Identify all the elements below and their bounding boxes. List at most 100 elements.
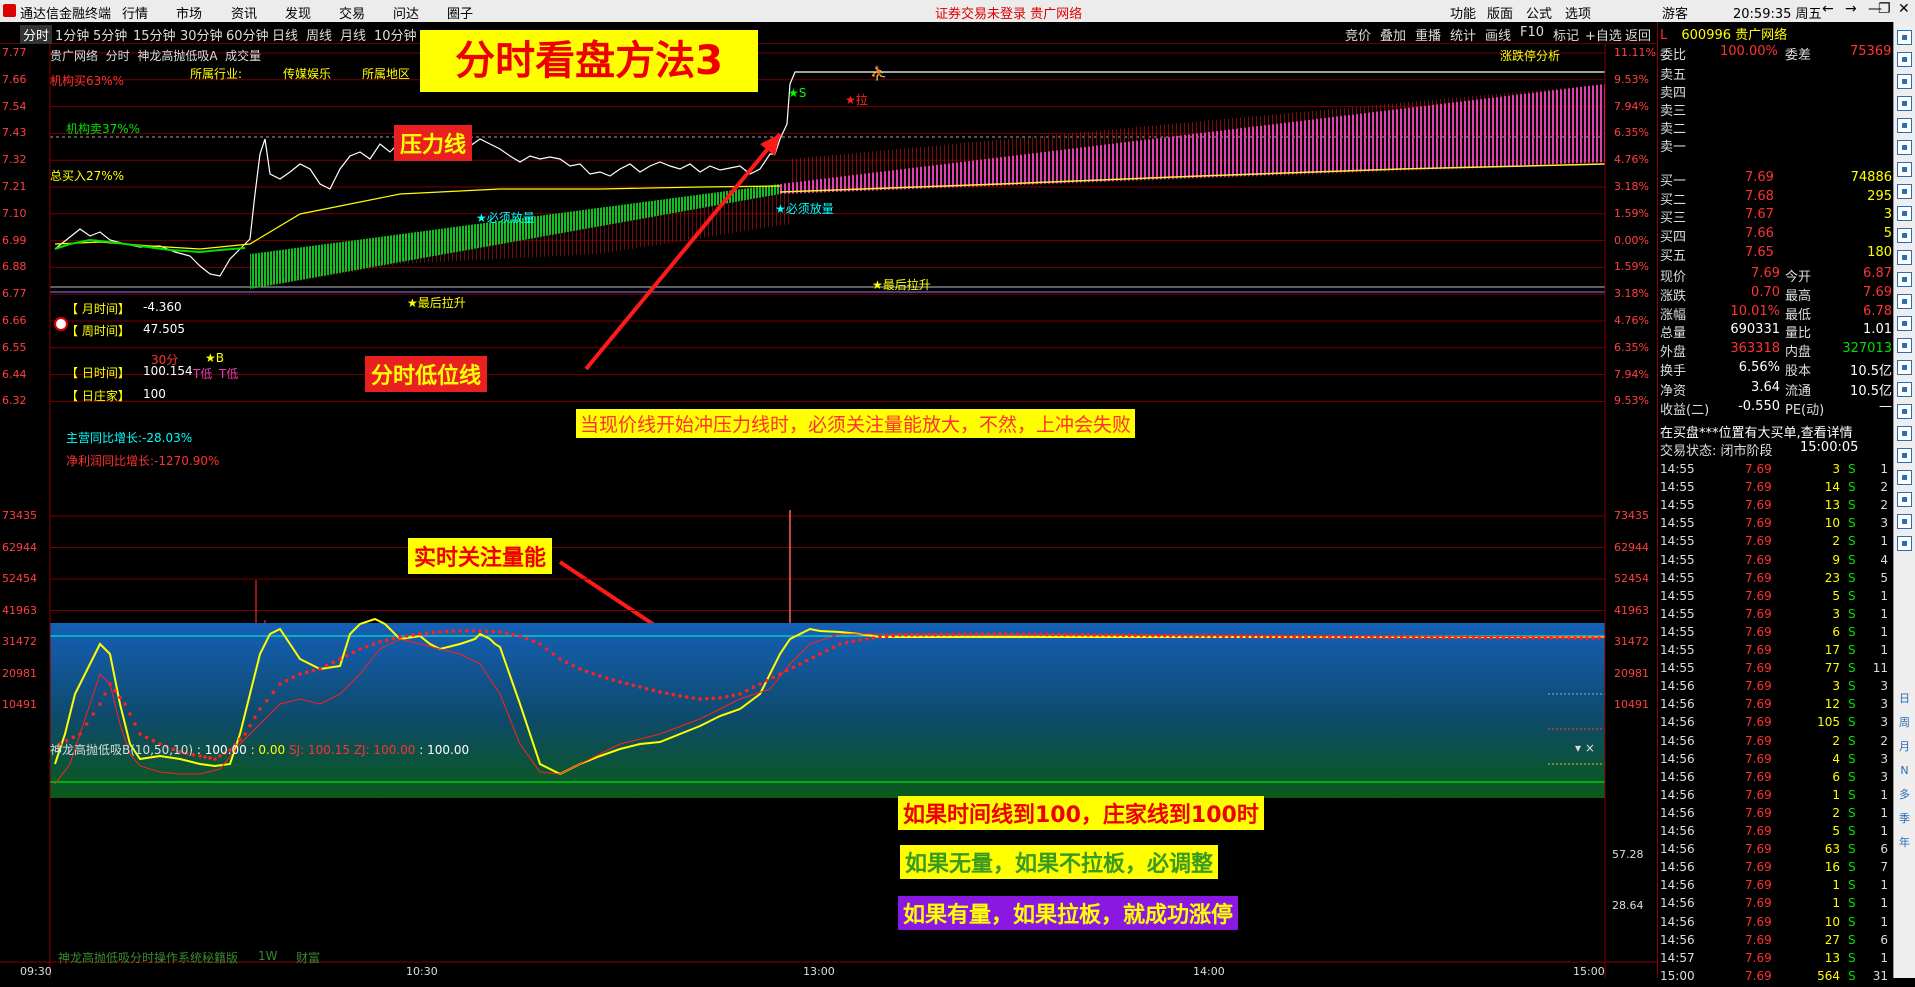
menu-function[interactable]: 功能 [1450,3,1476,22]
dot-point [962,632,967,637]
tick-volume: 77 [1824,661,1840,676]
dot-point [1227,634,1232,639]
forward-arrow-icon[interactable]: → [1845,1,1857,17]
price-tick-right: 0.00% [1614,233,1649,247]
menu-ask[interactable]: 问达 [393,3,419,22]
tab-weekly[interactable]: 周线 [306,25,332,44]
toolbar-icon-11[interactable]: ▪ [1897,250,1912,265]
toolbar-icon-20[interactable]: ▪ [1897,448,1912,463]
period-shortcut-2[interactable]: 月 [1897,740,1912,755]
tick-time: 14:56 [1660,842,1695,857]
toolbar-icon-9[interactable]: ▪ [1897,206,1912,221]
bid-row[interactable]: 买一 7.69 74886 [1660,170,1892,189]
menu-news[interactable]: 资讯 [231,3,257,22]
dot-point [78,732,82,736]
toolbar-icon-18[interactable]: ▪ [1897,404,1912,419]
min30-mark: 30分 [151,353,179,367]
toolbar-icon-4[interactable]: ▪ [1897,96,1912,111]
toolbar-icon-5[interactable]: ▪ [1897,118,1912,133]
user-label[interactable]: 游客 [1662,3,1688,22]
stock-code: 600996 贵广网络 [1681,28,1788,43]
add-watchlist-button[interactable]: +自选 [1585,25,1622,44]
limit-analysis[interactable]: 涨跌停分析 [1500,47,1560,64]
indicator-footer-3: 财富 [296,951,321,965]
tab-stats[interactable]: 统计 [1450,25,1476,44]
toolbar-icon-14[interactable]: ▪ [1897,316,1912,331]
toolbar-icon-12[interactable]: ▪ [1897,272,1912,287]
volume-tick-left: 52454 [2,572,37,585]
indicator-v2: : 0.00 [250,743,286,757]
dot-point [992,632,996,636]
toolbar-icon-15[interactable]: ▪ [1897,338,1912,353]
tick-side: S [1848,643,1856,657]
period-shortcut-3[interactable]: N [1897,764,1912,779]
menu-discover[interactable]: 发现 [285,3,311,22]
menu-market[interactable]: 市场 [176,3,202,22]
menu-formula[interactable]: 公式 [1526,3,1552,22]
tab-5min[interactable]: 5分钟 [93,25,127,44]
tab-intraday[interactable]: 分时 [20,25,53,44]
menu-options[interactable]: 选项 [1565,3,1591,22]
intraday-chart[interactable] [0,44,1657,978]
back-button[interactable]: 返回 [1625,25,1651,44]
toolbar-icon-1[interactable]: ▪ [1897,30,1912,45]
menu-circle[interactable]: 圈子 [447,3,473,22]
tab-10min[interactable]: 10分钟 [374,25,417,44]
bid-row[interactable]: 买五 7.65 180 [1660,245,1892,264]
tick-row: 14:56 7.69 16 S 7 [1660,860,1892,878]
menu-layout[interactable]: 版面 [1487,3,1513,22]
tick-time: 14:57 [1660,950,1695,965]
period-shortcut-6[interactable]: 年 [1897,836,1912,851]
toolbar-icon-22[interactable]: ▪ [1897,492,1912,507]
toolbar-icon-2[interactable]: ▪ [1897,52,1912,67]
tab-60min[interactable]: 60分钟 [226,25,269,44]
toolbar-icon-3[interactable]: ▪ [1897,74,1912,89]
tab-f10[interactable]: F10 [1520,25,1544,40]
toolbar-icon-13[interactable]: ▪ [1897,294,1912,309]
dot-point [791,665,796,670]
toolbar-icon-6[interactable]: ▪ [1897,140,1912,155]
tab-1min[interactable]: 1分钟 [55,25,89,44]
dot-point [644,686,649,691]
tab-replay[interactable]: 重播 [1415,25,1441,44]
toolbar-icon-23[interactable]: ▪ [1897,514,1912,529]
dot-point [831,645,836,650]
dot-point [724,694,729,699]
menu-trade[interactable]: 交易 [339,3,365,22]
toolbar-icon-24[interactable]: ▪ [1897,536,1912,551]
tab-draw[interactable]: 画线 [1485,25,1511,44]
restore-icon[interactable]: ❐ [1878,1,1891,17]
indicator-collapse-icon[interactable]: ▾ × [1575,741,1595,755]
back-arrow-icon[interactable]: ← [1822,1,1834,17]
tab-mark[interactable]: 标记 [1553,25,1579,44]
stock-code-header[interactable]: L 600996 贵广网络 [1660,24,1892,43]
toolbar-icon-17[interactable]: ▪ [1897,382,1912,397]
dot-point [1304,635,1308,639]
close-icon[interactable]: ✕ [1898,1,1910,17]
bid-row[interactable]: 买三 7.67 3 [1660,207,1892,227]
menu-quotes[interactable]: 行情 [122,3,148,22]
tick-time: 14:55 [1660,570,1695,585]
bid-row[interactable]: 买四 7.66 5 [1660,226,1892,245]
toolbar-icon-10[interactable]: ▪ [1897,228,1912,243]
tab-15min[interactable]: 15分钟 [133,25,176,44]
tick-row: 14:55 7.69 2 S 1 [1660,534,1892,552]
big-order-notice[interactable]: 在买盘***位置有大买单,查看详情 [1660,422,1892,441]
period-shortcut-0[interactable]: 日 [1897,692,1912,707]
period-shortcut-1[interactable]: 周 [1897,716,1912,731]
period-shortcut-4[interactable]: 多 [1897,788,1912,803]
bid-row[interactable]: 买二 7.68 295 [1660,189,1892,208]
tab-daily[interactable]: 日线 [272,25,298,44]
tab-30min[interactable]: 30分钟 [180,25,223,44]
period-shortcut-5[interactable]: 季 [1897,812,1912,827]
tab-overlay[interactable]: 叠加 [1380,25,1406,44]
tab-auction[interactable]: 竞价 [1345,25,1371,44]
dot-point [464,629,469,633]
bid-label: 买三 [1660,211,1687,227]
toolbar-icon-16[interactable]: ▪ [1897,360,1912,375]
tab-monthly[interactable]: 月线 [340,25,366,44]
toolbar-icon-19[interactable]: ▪ [1897,426,1912,441]
toolbar-icon-8[interactable]: ▪ [1897,184,1912,199]
toolbar-icon-21[interactable]: ▪ [1897,470,1912,485]
toolbar-icon-7[interactable]: ▪ [1897,162,1912,177]
